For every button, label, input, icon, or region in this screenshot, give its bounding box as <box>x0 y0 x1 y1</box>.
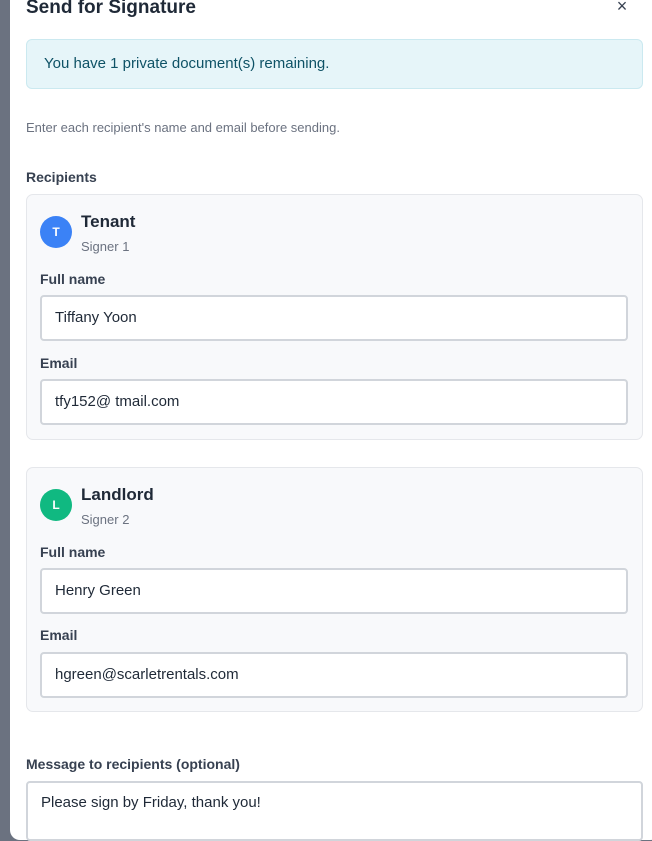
recipient-card-landlord: L Landlord Signer 2 Full name Henry Gree… <box>26 467 643 712</box>
instructions-text: Enter each recipient's name and email be… <box>26 120 340 135</box>
send-for-signature-dialog: Send for Signature × You have 1 private … <box>10 0 652 841</box>
close-button[interactable]: × <box>610 0 634 18</box>
full-name-input[interactable]: Tiffany Yoon <box>40 295 628 341</box>
email-label: Email <box>40 627 78 643</box>
dialog-title: Send for Signature <box>26 0 196 18</box>
email-input[interactable]: tfy152@ tmail.com <box>40 379 628 425</box>
recipient-card-tenant: T Tenant Signer 1 Full name Tiffany Yoon… <box>26 194 643 440</box>
full-name-input[interactable]: Henry Green <box>40 568 628 614</box>
message-textarea[interactable]: Please sign by Friday, thank you! <box>26 781 643 841</box>
message-label: Message to recipients (optional) <box>26 756 240 772</box>
recipient-role: Landlord <box>81 485 154 504</box>
avatar-tenant: T <box>40 216 72 248</box>
signer-order: Signer 2 <box>81 512 130 527</box>
avatar-landlord: L <box>40 489 72 521</box>
full-name-label: Full name <box>40 544 106 560</box>
email-label: Email <box>40 355 78 371</box>
remaining-documents-notice: You have 1 private document(s) remaining… <box>26 39 643 89</box>
full-name-label: Full name <box>40 271 106 287</box>
signer-order: Signer 1 <box>81 239 130 254</box>
email-input[interactable]: hgreen@scarletrentals.com <box>40 652 628 698</box>
recipient-role: Tenant <box>81 212 136 231</box>
recipients-label: Recipients <box>26 169 97 185</box>
